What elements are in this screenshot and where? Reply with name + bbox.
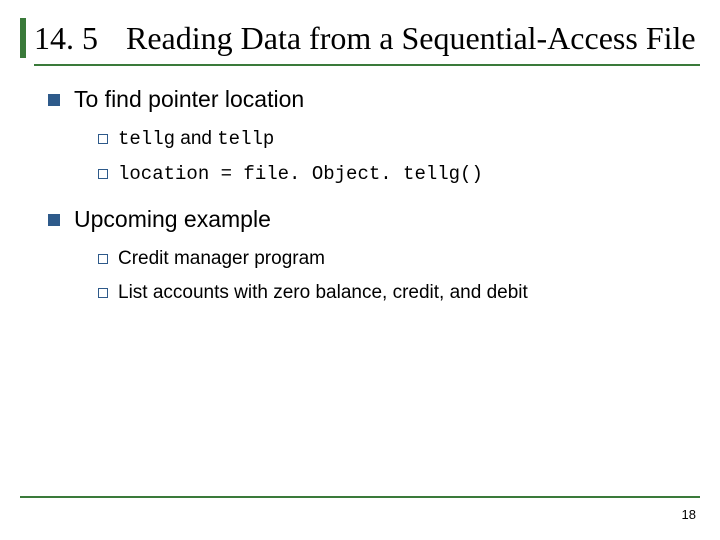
title-text: Reading Data from a Sequential-Access Fi… xyxy=(126,20,696,56)
sub-list-item: List accounts with zero balance, credit,… xyxy=(98,279,700,307)
plain-text: List accounts with zero balance, credit,… xyxy=(118,282,528,303)
plain-text: Credit manager program xyxy=(118,248,325,269)
footer-divider xyxy=(20,496,700,498)
code-text: tellp xyxy=(217,128,274,150)
list-item: Upcoming example Credit manager program … xyxy=(48,206,700,306)
page-number: 18 xyxy=(682,507,696,522)
code-text: location = file. Object. tellg() xyxy=(118,163,483,185)
section-number: 14. 5 xyxy=(34,20,98,56)
title-accent-bar xyxy=(20,18,26,58)
sub-list: Credit manager program List accounts wit… xyxy=(74,245,700,306)
code-text: tellg xyxy=(118,128,175,150)
slide-title: 14. 5 Reading Data from a Sequential-Acce… xyxy=(34,18,700,66)
sub-list: tellg and tellp location = file. Object.… xyxy=(74,125,700,188)
bullet-list: To find pointer location tellg and tellp… xyxy=(20,86,700,306)
sub-list-item: location = file. Object. tellg() xyxy=(98,160,700,189)
list-item-label: Upcoming example xyxy=(74,206,271,232)
sub-list-item: tellg and tellp xyxy=(98,125,700,154)
list-item-label: To find pointer location xyxy=(74,86,304,112)
plain-text: and xyxy=(175,128,217,149)
list-item: To find pointer location tellg and tellp… xyxy=(48,86,700,188)
sub-list-item: Credit manager program xyxy=(98,245,700,273)
